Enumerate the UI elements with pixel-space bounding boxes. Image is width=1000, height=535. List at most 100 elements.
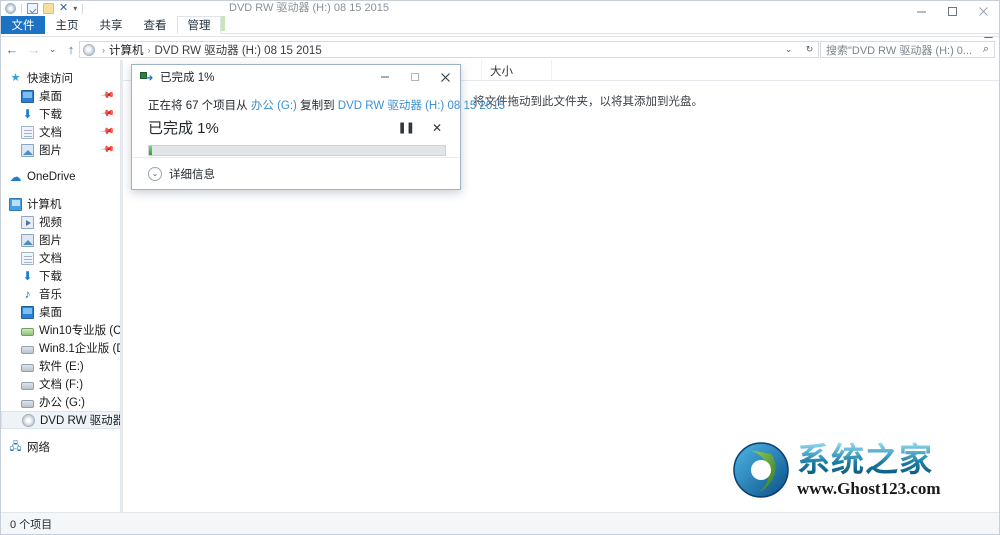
qat-divider: [21, 3, 22, 14]
copy-icon: ➜: [140, 71, 154, 83]
dialog-maximize-button[interactable]: [400, 65, 430, 89]
breadcrumb-item-drive[interactable]: DVD RW 驱动器 (H:) 08 15 2015: [155, 42, 322, 58]
sidebar-label: 软件 (E:): [39, 361, 84, 373]
desktop-icon: [21, 305, 34, 319]
tab-manage[interactable]: 管理: [177, 16, 221, 34]
copy-message: 正在将 67 个项目从 办公 (G:) 复制到 DVD RW 驱动器 (H:) …: [148, 97, 505, 113]
breadcrumb-sep-0: ›: [102, 44, 105, 55]
details-toggle-label[interactable]: 详细信息: [169, 166, 215, 182]
window-title: DVD RW 驱动器 (H:) 08 15 2015: [229, 2, 389, 14]
disc-icon[interactable]: [5, 3, 16, 14]
title-bar: ✕ ▾ DVD RW 驱动器 (H:) 08 15 2015: [1, 1, 999, 16]
nav-gap-3: [1, 429, 120, 438]
copy-destination-link[interactable]: DVD RW 驱动器 (H:) 08 15 2015: [338, 100, 505, 112]
copy-progress-dialog[interactable]: ➜ 已完成 1% 正在将 67 个项目从 办公 (G:) 复制到 DVD RW …: [131, 64, 505, 190]
breadcrumb-item-computer[interactable]: 计算机: [109, 42, 144, 58]
sidebar-label: 文档 (F:): [39, 379, 84, 391]
pin-icon[interactable]: 📌: [100, 124, 115, 140]
download-icon: ⬇: [22, 106, 33, 121]
pin-icon[interactable]: 📌: [100, 88, 115, 104]
pin-icon[interactable]: 📌: [100, 142, 115, 158]
sidebar-item-drive-e[interactable]: 软件 (E:): [1, 357, 120, 375]
qat-divider-2: [82, 3, 84, 14]
sidebar-item-pictures-2[interactable]: 图片: [1, 231, 120, 249]
search-icon[interactable]: ⌕: [983, 43, 989, 56]
sidebar-label: 桌面: [39, 91, 62, 103]
back-button[interactable]: ←: [1, 38, 23, 60]
dialog-minimize-button[interactable]: [370, 65, 400, 89]
delete-icon[interactable]: ✕: [59, 3, 68, 14]
sidebar-item-documents[interactable]: 文档 📌: [1, 123, 120, 141]
status-item-count: 0 个项目: [10, 518, 53, 531]
sidebar-label: 图片: [39, 235, 62, 247]
nav-gap-2: [1, 186, 120, 195]
sidebar-item-dvd-drive[interactable]: DVD RW 驱动器 (H: [1, 411, 120, 429]
sidebar-item-desktop-2[interactable]: 桌面: [1, 303, 120, 321]
sidebar-item-downloads[interactable]: ⬇ 下载 📌: [1, 105, 120, 123]
copy-message-middle: 复制到: [296, 100, 338, 112]
pin-icon[interactable]: 📌: [100, 106, 115, 122]
status-bar: 0 个项目: [1, 512, 999, 534]
sidebar-item-computer[interactable]: 计算机: [1, 195, 120, 213]
dialog-footer[interactable]: ⌄ 详细信息: [132, 157, 460, 189]
recent-locations-button[interactable]: ⌄: [45, 38, 60, 60]
sidebar-item-pictures[interactable]: 图片 📌: [1, 141, 120, 159]
network-icon: 🖧: [9, 440, 22, 453]
progress-bar: [148, 145, 446, 156]
sidebar-item-music[interactable]: ♪ 音乐: [1, 285, 120, 303]
system-drive-icon: [21, 327, 34, 336]
sidebar-label: 音乐: [39, 289, 62, 301]
sidebar-item-drive-g[interactable]: 办公 (G:): [1, 393, 120, 411]
sidebar-label: 文档: [39, 253, 62, 265]
cancel-button[interactable]: ✕: [432, 121, 442, 135]
sidebar-item-drive-c[interactable]: Win10专业版 (C:): [1, 321, 120, 339]
pause-button[interactable]: ❚❚: [398, 121, 415, 134]
forward-button: →: [27, 41, 41, 57]
dialog-close-button[interactable]: [430, 65, 460, 89]
sidebar-label: Win8.1企业版 (D:): [39, 343, 120, 355]
tab-view[interactable]: 查看: [133, 16, 177, 34]
cloud-icon: ☁: [9, 169, 22, 184]
dialog-title-bar: ➜ 已完成 1%: [132, 65, 460, 89]
sidebar-item-desktop[interactable]: 桌面 📌: [1, 87, 120, 105]
sidebar-label: 下载: [39, 271, 62, 283]
sidebar-item-drive-d[interactable]: Win8.1企业版 (D:): [1, 339, 120, 357]
ribbon-tabs: 文件 主页 共享 查看 管理: [1, 16, 221, 34]
navigation-pane: ★ 快速访问 桌面 📌 ⬇ 下载 📌 文档 📌 图片 📌 ☁ OneDrive …: [1, 60, 121, 512]
chevron-down-icon[interactable]: ⌄: [148, 166, 162, 181]
sidebar-label: 视频: [39, 217, 62, 229]
tab-home[interactable]: 主页: [45, 16, 89, 34]
sidebar-label: 计算机: [27, 199, 62, 211]
refresh-icon[interactable]: ↻: [802, 39, 817, 61]
tab-share[interactable]: 共享: [89, 16, 133, 34]
dialog-window-controls: [370, 65, 460, 89]
desktop-icon: [21, 89, 34, 103]
dialog-title: 已完成 1%: [160, 72, 215, 84]
drive-icon: [21, 363, 34, 372]
quick-access-toolbar: ✕ ▾: [5, 2, 84, 15]
search-input[interactable]: 搜索"DVD RW 驱动器 (H:) 0... ⌕: [820, 41, 995, 58]
music-icon: ♪: [24, 286, 31, 301]
address-bar-actions: ⌄ ↻: [781, 41, 817, 58]
sidebar-item-downloads-2[interactable]: ⬇ 下载: [1, 267, 120, 285]
sidebar-item-network[interactable]: 🖧 网络: [1, 438, 120, 456]
customize-caret-icon[interactable]: ▾: [73, 4, 77, 13]
tab-file[interactable]: 文件: [1, 16, 45, 34]
column-header-size[interactable]: 大小: [481, 60, 551, 81]
address-dropdown-icon[interactable]: ⌄: [781, 39, 796, 61]
sidebar-item-documents-2[interactable]: 文档: [1, 249, 120, 267]
breadcrumb-sep-1: ›: [147, 44, 151, 55]
breadcrumb[interactable]: › 计算机 › DVD RW 驱动器 (H:) 08 15 2015: [79, 41, 819, 58]
progress-bar-fill: [149, 146, 152, 155]
sidebar-item-onedrive[interactable]: ☁ OneDrive: [1, 168, 120, 186]
properties-icon[interactable]: [27, 3, 38, 14]
sidebar-item-drive-f[interactable]: 文档 (F:): [1, 375, 120, 393]
nav-gap-1: [1, 159, 120, 168]
new-folder-icon[interactable]: [43, 3, 54, 14]
drive-icon: [21, 381, 34, 390]
sidebar-item-quick-access[interactable]: ★ 快速访问: [1, 69, 120, 87]
dialog-body: 正在将 67 个项目从 办公 (G:) 复制到 DVD RW 驱动器 (H:) …: [132, 89, 505, 159]
copy-source-link[interactable]: 办公 (G:): [251, 100, 297, 112]
sidebar-item-videos[interactable]: 视频: [1, 213, 120, 231]
videos-icon: [21, 215, 34, 229]
